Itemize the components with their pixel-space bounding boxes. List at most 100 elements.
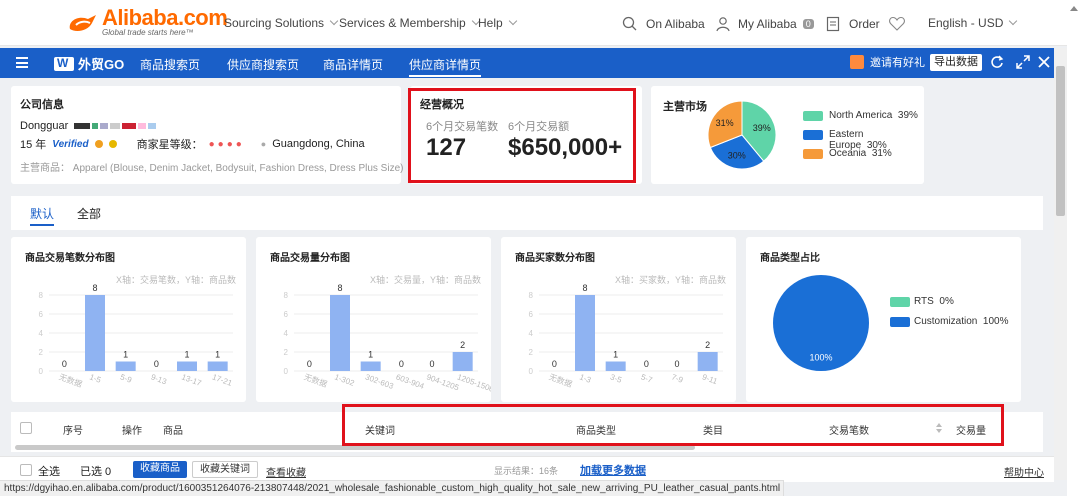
- tab-supplier-search[interactable]: 供应商搜索页: [227, 56, 299, 73]
- company-name-row: Dongguar: [20, 120, 157, 132]
- main-market-title: 主营市场: [663, 101, 707, 113]
- collect-products-button[interactable]: 收藏商品: [133, 461, 187, 478]
- bar-value-label: 1: [123, 350, 128, 360]
- alibaba-logo[interactable]: Alibaba.com Global trade starts here™: [66, 7, 228, 37]
- search-icon: [622, 16, 637, 31]
- legend-name: North America: [829, 110, 893, 121]
- y-tick-label: 2: [39, 348, 44, 357]
- scroll-up-arrow-icon[interactable]: [1070, 6, 1078, 11]
- bar-value-label: 2: [705, 340, 710, 350]
- panel-scrollbar[interactable]: [1054, 48, 1067, 480]
- bar-value-label: 8: [582, 283, 587, 293]
- locale-selector[interactable]: English - USD: [928, 16, 1018, 30]
- nav-sourcing-solutions[interactable]: Sourcing Solutions: [224, 16, 339, 30]
- order-link[interactable]: Order: [826, 16, 880, 32]
- y-tick-label: 4: [39, 329, 44, 338]
- bar: [575, 295, 595, 371]
- help-center-link[interactable]: 帮助中心: [1004, 464, 1044, 479]
- bottom-action-bar: 全选 已选 0 收藏商品 收藏关键词 查看收藏 显示结果：16条 加载更多数据 …: [0, 456, 1054, 482]
- x-tick-label: 无数据: [303, 371, 329, 389]
- legend-pct: 39%: [897, 110, 918, 121]
- product-type-share-card: 商品类型占比 100% RTS 0% Customization 100%: [746, 237, 1021, 402]
- location-pin-icon: ●: [260, 139, 267, 149]
- y-tick-label: 4: [529, 329, 534, 338]
- x-tick-label: 1-5: [88, 372, 102, 385]
- legend-pct: 31%: [871, 148, 892, 159]
- bar: [605, 361, 626, 371]
- select-all-checkbox[interactable]: [20, 464, 32, 476]
- collect-keywords-button[interactable]: 收藏关键词: [192, 461, 258, 478]
- main-market-card: 主营市场 39% 30% 31% North America 39% Eastern…: [651, 86, 924, 184]
- my-alibaba-link[interactable]: My Alibaba 0: [715, 16, 814, 32]
- pie-slice-label: 100%: [809, 353, 832, 363]
- bar: [330, 295, 350, 371]
- x-tick-label: 603-904: [395, 372, 426, 391]
- tab-product-detail[interactable]: 商品详情页: [323, 56, 383, 73]
- bar: [85, 295, 105, 371]
- company-location: Guangdong, China: [272, 138, 365, 150]
- company-info-title: 公司信息: [20, 99, 64, 111]
- close-icon[interactable]: [1037, 55, 1051, 69]
- bar-value-label: 0: [674, 359, 679, 369]
- col-index[interactable]: 序号: [63, 422, 83, 437]
- bar-value-label: 0: [399, 359, 404, 369]
- export-data-button[interactable]: 导出数据: [930, 54, 982, 71]
- bar-chart: 0 2 4 6 8 0 无数据 8 1-3 1 3-5 0 5-7 0 7-9 2 9-11: [529, 283, 723, 389]
- select-all-rows-checkbox[interactable]: [20, 422, 32, 434]
- y-tick-label: 8: [529, 291, 534, 300]
- favorites-link[interactable]: [888, 16, 906, 32]
- nav-help[interactable]: Help: [478, 16, 517, 30]
- main-products-label: 主营商品：: [20, 163, 70, 174]
- tx-count-distribution-card: 商品交易笔数分布图 X轴：交易笔数，Y轴：商品数 0 2 4 6 8 0 无数据 8 1-5 1 5…: [11, 237, 246, 402]
- col-action[interactable]: 操作: [122, 422, 142, 437]
- bar-value-label: 0: [154, 359, 159, 369]
- page-scrollbar[interactable]: [1067, 0, 1080, 496]
- user-icon: [716, 17, 730, 32]
- nav-services-membership[interactable]: Services & Membership: [339, 16, 480, 30]
- message-count-badge: 0: [802, 19, 814, 29]
- view-collection-link[interactable]: 查看收藏: [266, 464, 306, 479]
- panel-scroll-thumb[interactable]: [1056, 66, 1065, 216]
- y-tick-label: 6: [39, 310, 44, 319]
- buyer-count-distribution-card: 商品买家数分布图 X轴：买家数，Y轴：商品数 0 2 4 6 8 0 无数据 8 1-3 1 3-5…: [501, 237, 736, 402]
- browser-status-url: https://dgyihao.en.alibaba.com/product/1…: [0, 480, 784, 496]
- company-info-card: 公司信息 Dongguar 15 年 Verified 商家星等级： ●●●● …: [11, 86, 403, 184]
- heart-icon: [889, 16, 905, 31]
- x-tick-label: 9-13: [150, 372, 169, 386]
- refresh-icon[interactable]: [990, 55, 1004, 69]
- tab-default[interactable]: 默认: [30, 205, 55, 226]
- order-label: Order: [849, 17, 880, 31]
- load-more-link[interactable]: 加载更多数据: [580, 462, 646, 478]
- main-products-row: 主营商品： Apparel (Blouse, Denim Jacket, Bod…: [20, 159, 403, 174]
- highlight-box-overview: [408, 88, 636, 183]
- bar-value-label: 8: [92, 283, 97, 293]
- x-tick-label: 无数据: [58, 371, 84, 389]
- star-level-label: 商家星等级：: [136, 139, 203, 151]
- y-tick-label: 6: [529, 310, 534, 319]
- y-tick-label: 0: [284, 367, 289, 376]
- my-alibaba-label: My Alibaba: [738, 17, 797, 31]
- tab-product-search[interactable]: 商品搜索页: [140, 56, 200, 73]
- product-type-pie-chart: 100%: [773, 275, 869, 371]
- menu-icon[interactable]: [16, 57, 28, 68]
- gift-icon: [850, 55, 864, 69]
- bar-value-label: 0: [644, 359, 649, 369]
- selected-count: 已选 0: [80, 466, 112, 478]
- invite-button[interactable]: 邀请有好礼: [850, 54, 925, 70]
- tab-all[interactable]: 全部: [77, 205, 101, 222]
- plugin-brand: 外贸GO: [54, 54, 124, 73]
- tab-supplier-detail[interactable]: 供应商详情页: [409, 56, 482, 77]
- company-years: 15 年: [20, 139, 47, 151]
- bar-value-label: 1: [368, 350, 373, 360]
- y-tick-label: 2: [284, 348, 289, 357]
- search-on-alibaba[interactable]: On Alibaba: [622, 16, 705, 32]
- bar-value-label: 2: [460, 340, 465, 350]
- pie-slice-label: 39%: [753, 123, 771, 133]
- bar: [697, 352, 718, 371]
- select-all-label[interactable]: 全选: [38, 463, 60, 479]
- col-product[interactable]: 商品: [163, 422, 183, 437]
- redacted-name-block: [74, 123, 157, 129]
- legend-label-oceania: Oceania 31%: [829, 148, 892, 159]
- expand-icon[interactable]: [1016, 55, 1030, 69]
- x-tick-label: 1205-1506: [456, 372, 491, 394]
